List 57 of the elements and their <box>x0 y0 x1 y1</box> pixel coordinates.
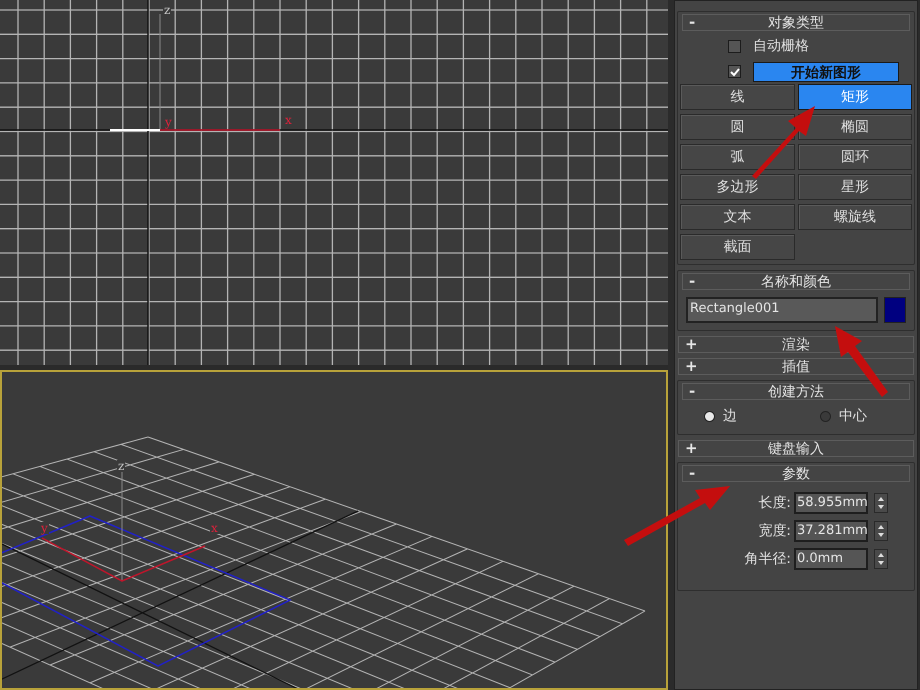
rollout-title: 名称和颜色 <box>760 274 832 288</box>
shape-type-button[interactable]: 截面 <box>680 234 794 260</box>
rollout-toggle-sign: - <box>688 274 696 289</box>
shape-type-button[interactable]: 矩形 <box>798 84 912 110</box>
shape-type-button[interactable]: 多边形 <box>680 174 794 200</box>
perspective-viewport[interactable]: z y x <box>0 370 668 690</box>
rollout-header[interactable]: - 对象类型 <box>682 14 910 31</box>
start-new-shape-button[interactable]: 开始新图形 <box>753 62 899 82</box>
axis-label: y <box>40 522 49 534</box>
shape-type-button[interactable]: 圆环 <box>798 144 912 170</box>
shape-type-button[interactable]: 圆 <box>680 114 794 140</box>
rollout-toggle-sign: + <box>684 337 699 352</box>
field-label: 角半径: <box>744 550 791 568</box>
rollout-title: 参数 <box>781 466 811 480</box>
radio-label: 边 <box>723 406 737 426</box>
spinner-arrows-icon[interactable] <box>874 521 888 541</box>
check-icon <box>730 66 740 76</box>
radio-button[interactable] <box>704 410 715 422</box>
radio-button[interactable] <box>820 410 831 422</box>
rollout-title: 插值 <box>781 360 811 374</box>
shape-type-button[interactable]: 星形 <box>798 174 912 200</box>
name-input-field[interactable]: Rectangle001 <box>686 297 878 323</box>
rollout-title: 对象类型 <box>767 16 825 30</box>
rollout-header[interactable]: + 插值 <box>678 358 914 375</box>
spinner-arrows-icon[interactable] <box>874 549 888 569</box>
rollout-toggle-sign: + <box>684 359 699 374</box>
top-viewport[interactable]: z y x <box>0 0 668 365</box>
rollout-header[interactable]: + 渲染 <box>678 336 914 353</box>
spinner-arrows-icon[interactable] <box>874 493 888 513</box>
rollout-title: 键盘输入 <box>767 442 825 456</box>
shape-type-button[interactable]: 椭圆 <box>798 114 912 140</box>
field-label: 宽度: <box>758 522 791 540</box>
radio-label: 中心 <box>839 406 867 426</box>
shape-type-button[interactable]: 弧 <box>680 144 794 170</box>
spinner-input-field[interactable]: 0.0mm <box>794 548 868 570</box>
checkbox-label: 自动栅格 <box>753 37 809 56</box>
checkbox[interactable] <box>728 65 741 78</box>
rollout-header[interactable]: - 名称和颜色 <box>682 273 910 290</box>
spinner-input-field[interactable]: 37.281mm <box>794 520 868 542</box>
rollout-toggle-sign: + <box>684 441 699 456</box>
rollout-toggle-sign: - <box>688 384 696 399</box>
rollout-toggle-sign: - <box>688 15 696 30</box>
checkbox[interactable] <box>728 40 741 53</box>
color-swatch[interactable] <box>884 297 906 323</box>
axis-label: z <box>117 460 126 472</box>
shape-type-button[interactable]: 文本 <box>680 204 794 230</box>
shape-type-button[interactable]: 线 <box>680 84 794 110</box>
spinner-input-field[interactable]: 58.955mm <box>794 492 868 514</box>
rollout-title: 创建方法 <box>767 384 825 398</box>
rollout-toggle-sign: - <box>688 466 696 481</box>
annotation-arrow <box>835 326 888 397</box>
rollout-header[interactable]: - 参数 <box>682 465 910 482</box>
shape-type-button[interactable]: 螺旋线 <box>798 204 912 230</box>
rollout-title: 渲染 <box>781 338 811 352</box>
field-label: 长度: <box>758 494 791 512</box>
rollout-header[interactable]: + 键盘输入 <box>678 440 914 457</box>
rollout-header[interactable]: - 创建方法 <box>682 383 910 400</box>
